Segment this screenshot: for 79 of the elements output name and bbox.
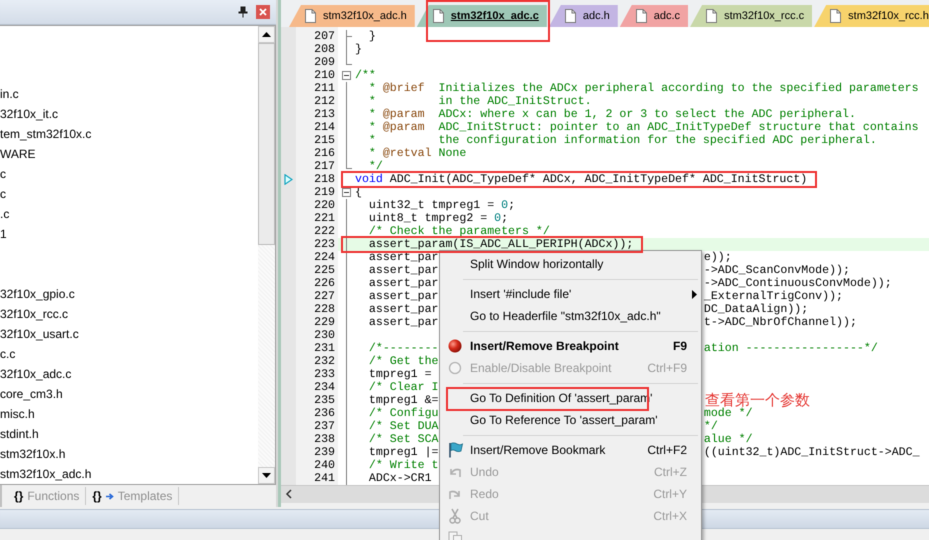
- line-number: 225: [313, 264, 336, 277]
- code-line: assert_par: [368, 303, 438, 316]
- code-fragment: */: [704, 420, 718, 433]
- code-line: /* Write t: [368, 459, 438, 472]
- code-fragment: _ExternalTrigConv));: [704, 290, 844, 303]
- line-number: 239: [313, 446, 336, 459]
- line-number: 220: [313, 199, 336, 212]
- code-line: tmpreg1 =: [368, 368, 432, 381]
- code-line: void ADC_Init(ADC_TypeDef* ADCx, ADC_InitTypeDef* ADC_InitStruct): [355, 173, 808, 186]
- line-number: 234: [313, 381, 336, 394]
- line-number: 214: [313, 121, 336, 134]
- line-number: 208: [313, 43, 336, 56]
- code-fragment: ->ADC_ScanConvMode));: [704, 264, 850, 277]
- line-number: 237: [313, 420, 336, 433]
- code-line: /* Configu: [368, 407, 438, 420]
- line-number: 212: [313, 95, 336, 108]
- code-line: */: [368, 160, 383, 173]
- code-line: tmpreg1 |=: [368, 446, 438, 459]
- line-number: 223: [313, 238, 336, 251]
- code-line: assert_par: [368, 290, 438, 303]
- code-line: /*--------: [368, 342, 438, 355]
- code-line: assert_par: [368, 264, 438, 277]
- line-number: 207: [313, 30, 336, 43]
- line-number: 241: [313, 472, 336, 485]
- line-number: 230: [313, 329, 336, 342]
- code-fragment: mode */: [704, 407, 753, 420]
- line-number: 227: [313, 290, 336, 303]
- code-fragment: ->ADC_ContinuousConvMode));: [704, 277, 892, 290]
- line-number: 236: [313, 407, 336, 420]
- code-line: * in the ADC_InitStruct.: [368, 95, 592, 108]
- line-number: 240: [313, 459, 336, 472]
- line-number: 215: [313, 134, 336, 147]
- line-number: 232: [313, 355, 336, 368]
- line-number: 224: [313, 251, 336, 264]
- code-line: assert_par: [368, 277, 438, 290]
- code-line: /* Clear I: [368, 381, 438, 394]
- line-number: 233: [313, 368, 336, 381]
- line-number: 209: [313, 56, 336, 69]
- code-fragment: ((uint32_t)ADC_InitStruct->ADC_: [704, 446, 920, 459]
- code-line: ADCx->CR1: [368, 472, 432, 485]
- line-number: 229: [313, 316, 336, 329]
- code-line: /* Check the parameters */: [368, 225, 550, 238]
- code-fragment: t->ADC_NbrOfChannel));: [704, 316, 857, 329]
- code-line: assert_par: [368, 251, 438, 264]
- code-fragment: DC_DataAlign));: [704, 303, 808, 316]
- line-number: 216: [313, 147, 336, 160]
- line-number: 210: [313, 69, 336, 82]
- code-line: /* Set DUA: [368, 420, 438, 433]
- code-fragment: alue */: [704, 433, 753, 446]
- line-number: 217: [313, 160, 336, 173]
- code-fragment: ation -----------------*/: [704, 342, 878, 355]
- annotation-text: 查看第一个参数: [705, 393, 810, 408]
- code-line: uint32_t tmpreg1 = 0;: [368, 199, 516, 212]
- code-line: tmpreg1 &=: [368, 394, 438, 407]
- line-number: 226: [313, 277, 336, 290]
- code-line: /**: [355, 69, 376, 82]
- line-number: 213: [313, 108, 336, 121]
- code-line: * the configuration information for the specified ADC peripheral.: [368, 134, 877, 147]
- code-line: uint8_t tmpreg2 = 0;: [368, 212, 508, 225]
- line-number: 228: [313, 303, 336, 316]
- code-fragment: e));: [704, 251, 732, 264]
- line-number: 231: [313, 342, 336, 355]
- code-line: * @brief Initializes the ADCx peripheral according to the specified parameters: [368, 82, 919, 95]
- line-number: 219: [313, 186, 336, 199]
- code-line: /* Get the: [368, 355, 438, 368]
- line-number: 235: [313, 394, 336, 407]
- line-number: 211: [313, 82, 336, 95]
- code-line: * @param ADCx: where x can be 1, 2 or 3 to select the ADC peripheral.: [368, 108, 856, 121]
- code-line: /* Set SCA: [368, 433, 438, 446]
- line-number: 222: [313, 225, 336, 238]
- code-line: }: [355, 43, 362, 56]
- line-number: 218: [313, 173, 336, 186]
- line-number: 221: [313, 212, 336, 225]
- code-line: * @retval None: [368, 147, 466, 160]
- line-number: 238: [313, 433, 336, 446]
- code-line: assert_par: [368, 316, 438, 329]
- code-line: * @param ADC_InitStruct: pointer to an ADC_InitTypeDef structure that contains: [368, 121, 919, 134]
- code-line: }: [368, 30, 376, 43]
- code-line: assert_param(IS_ADC_ALL_PERIPH(ADCx));: [368, 238, 634, 251]
